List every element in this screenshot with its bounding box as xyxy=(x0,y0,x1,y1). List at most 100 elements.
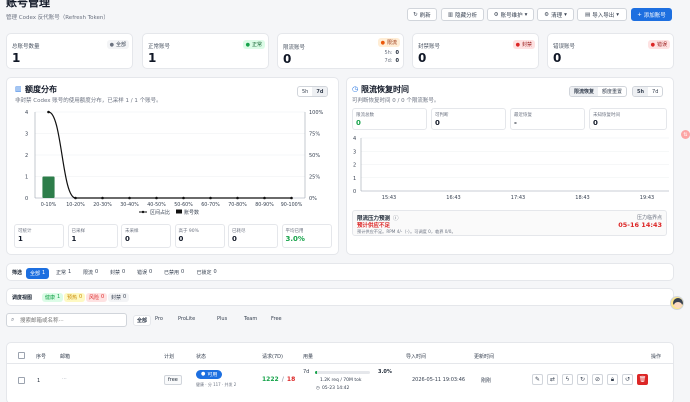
search-box[interactable]: ⌕ xyxy=(6,313,127,327)
range-5h[interactable]: 5h xyxy=(298,87,312,96)
legend-label: 账号数 xyxy=(184,209,199,216)
filter-chip[interactable]: 已锁定 0 xyxy=(194,268,220,277)
sync-icon[interactable]: ↻ xyxy=(577,374,588,385)
wrench-icon: ⚙ xyxy=(493,11,499,18)
stat-card-ratelimited: 限流账号 0 ● 限流 5h: 0 7d: 0 xyxy=(277,33,404,69)
filter-chip[interactable]: 全部 1 xyxy=(26,267,50,279)
cleanup-button[interactable]: ⚙ 清理 ▾ xyxy=(537,8,574,21)
filter-chip[interactable]: 限流 0 xyxy=(80,268,101,277)
schedule-chip[interactable]: 健康 1 xyxy=(42,292,64,302)
quota-metric: 平均已用 3.0% xyxy=(281,224,332,248)
avatar[interactable] xyxy=(670,296,684,310)
plan-chip[interactable]: Free xyxy=(268,315,285,323)
refresh-button[interactable]: ↻ 刷新 xyxy=(407,8,437,21)
filter-chip[interactable]: 正常 1 xyxy=(53,268,74,277)
legend-bar-swatch xyxy=(176,209,182,214)
range-7d[interactable]: 7d xyxy=(648,87,662,96)
metric-total-limited: 限流总数 0 xyxy=(352,108,427,130)
page-subtitle: 管理 Codex 反代账号（Refresh Token） xyxy=(6,15,109,21)
quota-metric: 可统计 1 xyxy=(14,224,64,248)
reset-icon[interactable]: ↺ xyxy=(622,374,633,385)
x-tick-label: 19:43 xyxy=(640,195,654,201)
y-tick-label: 4 xyxy=(353,136,356,142)
plan-badge: free xyxy=(164,375,182,385)
col-import-time[interactable]: 导入时间 xyxy=(406,353,426,360)
schedule-chip[interactable]: 封禁 0 xyxy=(108,292,130,302)
test-icon[interactable]: ϟ xyxy=(562,374,573,385)
x-tick-label: 80-90% xyxy=(255,202,274,208)
recovery-view-toggle[interactable]: 限流恢复 额度重置 xyxy=(569,86,628,97)
filter-chip[interactable]: 封禁 0 xyxy=(107,268,128,277)
col-plan[interactable]: 计划 xyxy=(164,353,174,360)
tab-quota-reset[interactable]: 额度重置 xyxy=(598,87,626,96)
bar-chart-icon: ▥ xyxy=(15,85,22,93)
col-update-time[interactable]: 更新时间 xyxy=(474,353,494,360)
x-tick-label: 40-50% xyxy=(147,202,166,208)
schedule-bar: 调度视图 健康 1 预热 0 风险 0 封禁 0 xyxy=(6,288,674,306)
row-email: ··· xyxy=(62,376,67,382)
chevron-down-icon: ▾ xyxy=(564,11,567,18)
clock-icon: ◷ xyxy=(316,386,320,391)
quota-range-toggle[interactable]: 5h 7d xyxy=(297,86,329,97)
table-row[interactable]: 1 ··· free ● 可用 健康 · 分 117 · 并发 2 1222 / … xyxy=(7,364,673,402)
quota-metric: 已采样 1 xyxy=(67,224,118,248)
y-tick-label: 4 xyxy=(25,110,28,116)
schedule-chip[interactable]: 风险 0 xyxy=(86,292,108,302)
clock-icon: ◷ xyxy=(352,85,359,93)
col-status[interactable]: 状态 xyxy=(196,353,206,360)
filter-chip[interactable]: 已禁用 0 xyxy=(161,268,187,277)
search-input[interactable] xyxy=(20,316,124,325)
x-tick-label: 10-20% xyxy=(66,202,85,208)
lock-icon[interactable]: 🔒︎ xyxy=(607,374,618,385)
hide-analysis-button[interactable]: ▥ 隐藏分析 xyxy=(441,8,484,21)
info-icon: ⓘ xyxy=(393,216,399,222)
delete-icon[interactable]: 🗑︎ xyxy=(637,374,648,385)
account-maintenance-button[interactable]: ⚙ 账号维护 ▾ xyxy=(487,8,534,21)
plan-chip[interactable]: Team xyxy=(241,315,260,323)
quota-distribution-card: ▥ 额度分布 非封禁 Codex 账号的使用额度分布，已采样 1 / 1 个账号… xyxy=(6,77,339,255)
status-badge: ● 错误 xyxy=(647,40,670,49)
col-email[interactable]: 邮箱 xyxy=(60,353,70,360)
col-index[interactable]: 序号 xyxy=(36,353,46,360)
x-tick-label: 20-30% xyxy=(93,202,112,208)
x-tick-label: 70-80% xyxy=(228,202,247,208)
gear-icon: ⚙ xyxy=(544,11,550,18)
refresh-token-icon[interactable]: ⇄ xyxy=(547,374,558,385)
edit-icon[interactable]: ✎ xyxy=(532,374,543,385)
tab-rate-recovery[interactable]: 限流恢复 xyxy=(570,87,599,96)
plus-icon: + xyxy=(637,11,642,18)
search-icon: ⌕ xyxy=(11,316,15,323)
legend-label: 区间占比 xyxy=(150,209,170,216)
quota-metric: 高于 90% 0 xyxy=(174,224,225,248)
schedule-chip[interactable]: 预热 0 xyxy=(64,292,86,302)
plan-chip[interactable]: 全部 xyxy=(133,315,152,326)
y-tick-label: 1 xyxy=(353,176,356,182)
filter-chip[interactable]: 错误 0 xyxy=(134,268,155,277)
range-7d[interactable]: 7d xyxy=(312,87,328,96)
line-point xyxy=(47,110,50,114)
requests-success: 1222 xyxy=(262,376,279,383)
status-badge: ● 正常 xyxy=(242,40,265,49)
y2-tick-label: 100% xyxy=(309,110,324,116)
col-requests[interactable]: 请求(7D) xyxy=(262,353,283,360)
y-tick-label: 3 xyxy=(25,132,28,138)
col-usage[interactable]: 用量 xyxy=(303,353,313,360)
scroll-helper-icon[interactable]: ⇅ xyxy=(681,130,690,139)
plan-chip[interactable]: Pro xyxy=(152,315,166,323)
row-checkbox[interactable] xyxy=(18,377,25,384)
disable-icon[interactable]: ⊘ xyxy=(592,374,603,385)
import-export-button[interactable]: ▤ 导入导出 ▾ xyxy=(577,8,627,21)
recovery-range-toggle[interactable]: 5h 7d xyxy=(632,86,664,97)
add-account-button[interactable]: + 添加账号 xyxy=(631,8,672,21)
accounts-table: 序号 邮箱 计划 状态 请求(7D) 用量 导入时间 更新时间 操作 1 ···… xyxy=(6,342,674,402)
x-tick-label: 18:43 xyxy=(575,195,589,201)
range-5h[interactable]: 5h xyxy=(633,87,649,96)
plan-chip[interactable]: Plus xyxy=(214,315,230,323)
plan-chip[interactable]: ProLite xyxy=(175,315,198,323)
refresh-icon: ↻ xyxy=(413,11,418,18)
select-all-checkbox[interactable] xyxy=(18,352,25,359)
y2-tick-label: 75% xyxy=(309,132,320,138)
quota-metric: 已耗尽 0 xyxy=(228,224,278,248)
status-pill: ● 可用 xyxy=(196,370,223,379)
line-point xyxy=(128,196,131,200)
